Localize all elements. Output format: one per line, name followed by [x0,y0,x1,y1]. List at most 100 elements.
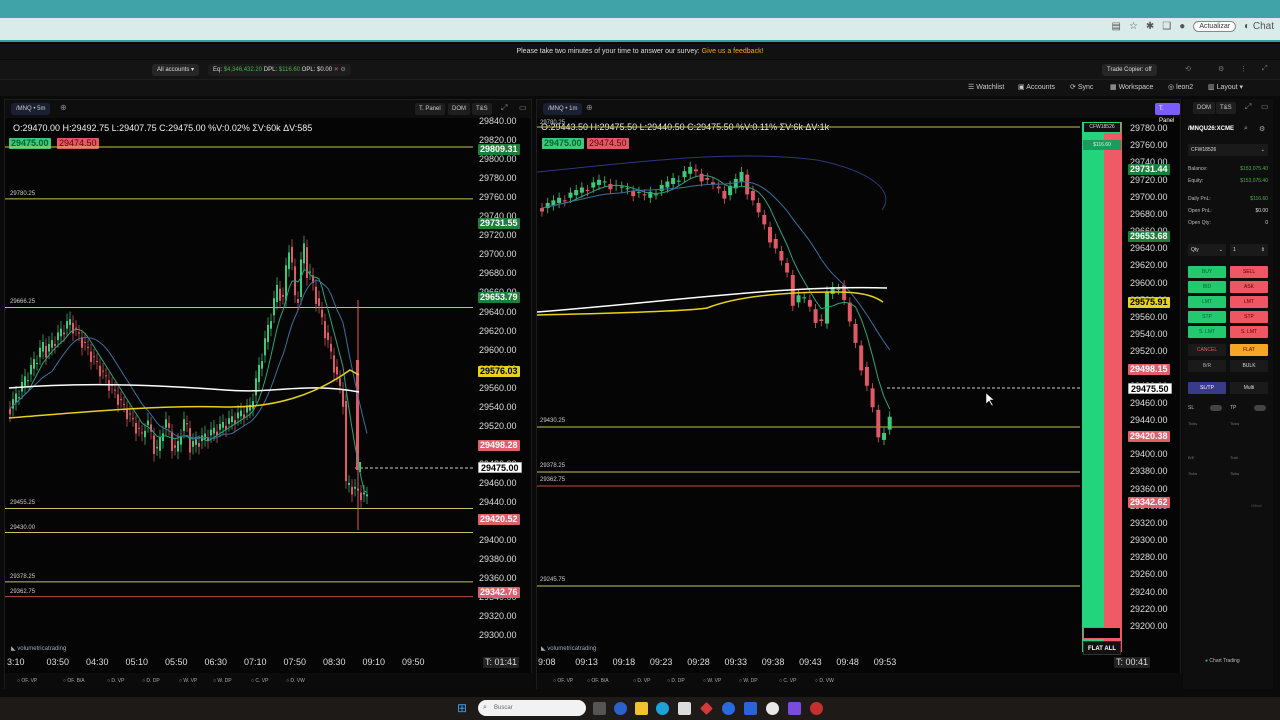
account-select[interactable]: CFW18526 ⌄ [1188,144,1268,156]
indicator-toggle[interactable]: ○ OF. B/A [587,678,609,684]
indicator-toggle[interactable]: ○ C. VP [779,678,796,684]
candle-body [120,399,122,401]
tp-toggle[interactable] [1254,405,1266,411]
update-button[interactable]: Actualizar [1193,21,1237,32]
time-axis-label: 3:10 [7,657,25,667]
tpanel-button-left[interactable]: T. Panel [415,103,445,115]
symbol-selector-right[interactable]: /MNQ • 1m [543,103,583,115]
popout-icon[interactable]: ⤢ [1245,102,1251,112]
buy-button[interactable]: BUY [1188,266,1226,278]
indicator-toggle[interactable]: ○ W. DP [739,678,758,684]
sell-stp-button[interactable]: STP [1230,311,1268,323]
popout-icon[interactable]: ⤢ [501,103,507,113]
help-icon[interactable] [722,702,735,715]
window-icon[interactable]: ▭ [519,103,527,112]
task-view-icon[interactable] [593,702,606,715]
tpanel-button-right[interactable]: T. Panel [1155,103,1180,124]
profile-icon[interactable]: ● [1179,21,1185,32]
settings-icon[interactable]: ⚙ [340,67,345,73]
bulk-button[interactable]: BULK [1230,360,1268,372]
indicator-toggle[interactable]: ○ D. DP [667,678,685,684]
teams-icon[interactable] [788,702,801,715]
add-icon[interactable]: ⊕ [586,103,593,112]
chrome-icon[interactable] [766,702,779,715]
edge-icon[interactable] [656,702,669,715]
dom-black-cell[interactable] [1083,627,1121,639]
search-icon[interactable]: ⌕ [1244,125,1248,133]
outlook-icon[interactable] [744,702,757,715]
sell-lmt-button[interactable]: LMT [1230,296,1268,308]
close-icon[interactable]: ✕ [334,67,339,73]
sync-menu[interactable]: ⟳ Sync [1070,83,1093,91]
indicator-toggle[interactable]: ○ D. VP [633,678,650,684]
br-button[interactable]: B/R [1188,360,1226,372]
watchlist-menu[interactable]: ☰ Watchlist [968,83,1004,91]
copilot-icon[interactable] [614,702,627,715]
indicator-toggle[interactable]: ○ C. VP [251,678,268,684]
symbol-selector-left[interactable]: /MNQ • 5m [11,103,51,115]
cancel-button[interactable]: CANCEL [1188,344,1226,356]
indicator-toggle[interactable]: ○ W. VP [179,678,197,684]
indicator-toggle[interactable]: ○ OF. VP [17,678,37,684]
user-menu[interactable]: ◎ leon2 [1168,83,1193,91]
app-diamond-icon[interactable] [700,702,713,715]
buy-stp-button[interactable]: STP [1188,311,1226,323]
sltp-tab[interactable]: SL/TP [1188,382,1226,394]
indicator-toggle[interactable]: ○ OF. VP [553,678,573,684]
more-icon[interactable]: ⋮ [1240,65,1247,73]
qty-input[interactable]: 1 ⇕ [1230,244,1268,256]
store-icon[interactable] [678,702,691,715]
extensions-icon[interactable]: ✱ [1146,21,1154,32]
link-icon[interactable]: ⟲ [1185,65,1191,73]
price-tag: 29420.52 [478,514,520,525]
feedback-link[interactable]: Give us a feedback! [702,48,764,55]
favorite-icon[interactable]: ☆ [1129,21,1138,32]
sell-button[interactable]: SELL [1230,266,1268,278]
price-axis-label: 29700.00 [479,249,517,260]
start-icon[interactable]: ⊞ [457,701,467,715]
sell-slmt-button[interactable]: S. LMT [1230,326,1268,338]
candlestick-chart-left[interactable] [5,120,533,670]
ask-button[interactable]: ASK [1230,281,1268,293]
app-icon[interactable] [810,702,823,715]
bid-button[interactable]: BID [1188,281,1226,293]
indicator-toggle[interactable]: ○ D. VP [107,678,124,684]
dom-sell-bar[interactable] [1104,122,1122,652]
indicator-toggle[interactable]: ○ D. VW [286,678,305,684]
reading-icon[interactable]: ▤ [1111,21,1120,32]
flat-all-button[interactable]: FLAT ALL [1083,641,1121,655]
indicator-toggle[interactable]: ○ W. DP [213,678,232,684]
taskbar-search[interactable]: ⌕ Buscar [478,700,586,716]
candle-body [144,430,146,438]
workspace-menu[interactable]: ▦ Workspace [1110,83,1153,91]
accounts-select[interactable]: All accounts ▾ [152,64,200,76]
trade-copier-status[interactable]: Trade Copier: off [1102,64,1157,76]
dom-buy-bar[interactable] [1082,122,1104,652]
chat-button[interactable]: ◐ Chat [1244,21,1274,32]
qty-select[interactable]: Qty ⌄ [1188,244,1226,256]
dom-button-left[interactable]: DOM [448,103,470,115]
file-explorer-icon[interactable] [635,702,648,715]
sl-toggle[interactable] [1210,405,1222,411]
indicator-toggle[interactable]: ○ OF. B/A [63,678,85,684]
flat-button[interactable]: FLAT [1230,344,1268,356]
candle-body [574,190,579,196]
expand-icon[interactable]: ⤢ [1262,65,1268,73]
ts-button-right[interactable]: T&S [1216,102,1236,114]
chart-trading-label: ● Chart Trading [1205,658,1240,664]
multi-tab[interactable]: Multi [1230,382,1268,394]
indicator-toggle[interactable]: ○ D. DP [142,678,160,684]
buy-lmt-button[interactable]: LMT [1188,296,1226,308]
accounts-menu[interactable]: ▣ Accounts [1018,83,1055,91]
gear-icon[interactable]: ⚙ [1218,65,1224,73]
gear-icon[interactable]: ⚙ [1259,125,1265,133]
add-icon[interactable]: ⊕ [60,103,67,112]
collections-icon[interactable]: ❑ [1162,21,1171,32]
indicator-toggle[interactable]: ○ W. VP [703,678,721,684]
layout-menu[interactable]: ▥ Layout ▾ [1208,83,1243,91]
ts-button-left[interactable]: T&S [472,103,492,115]
indicator-toggle[interactable]: ○ D. VW [815,678,834,684]
dom-button-right[interactable]: DOM [1193,102,1215,114]
window-icon[interactable]: ▭ [1261,102,1269,111]
buy-slmt-button[interactable]: S. LMT [1188,326,1226,338]
